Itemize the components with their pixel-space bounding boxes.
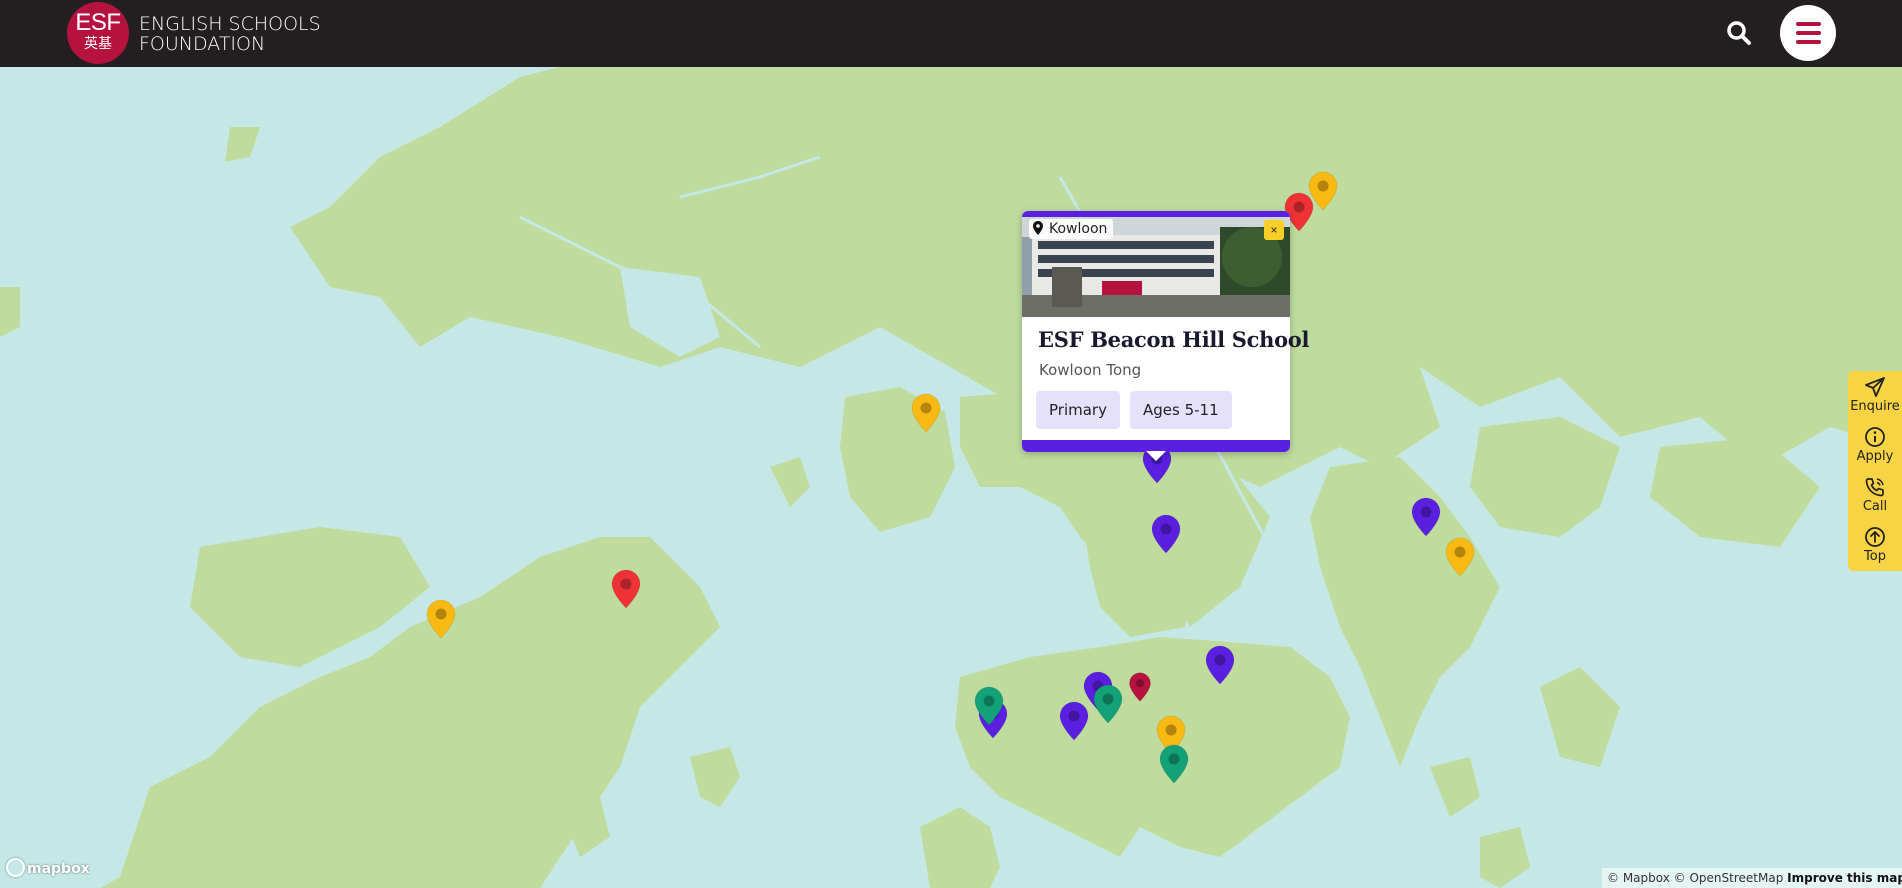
school-name: ESF Beacon Hill School <box>1038 327 1310 352</box>
map-pin-icon <box>1129 672 1151 702</box>
search-button[interactable] <box>1726 20 1752 46</box>
school-map[interactable] <box>0 67 1902 888</box>
mapbox-logo-icon <box>6 858 25 877</box>
map-pin-icon <box>1159 744 1189 784</box>
hamburger-icon-line <box>1796 40 1821 44</box>
menu-button[interactable] <box>1780 5 1836 61</box>
mapbox-credit[interactable]: © Mapbox <box>1607 871 1670 885</box>
school-marker-green[interactable] <box>1092 683 1124 725</box>
school-marker-purple[interactable] <box>1410 496 1442 538</box>
map-pin-icon <box>1151 514 1181 554</box>
mapbox-wordmark: mapbox <box>27 861 90 877</box>
enquire-button[interactable]: Enquire <box>1848 373 1902 419</box>
top-label: Top <box>1864 549 1886 564</box>
call-button[interactable]: Call <box>1848 473 1902 519</box>
organization-name[interactable]: ENGLISH SCHOOLS FOUNDATION <box>139 14 321 54</box>
quick-actions-sidebar: Enquire Apply Call Top <box>1848 371 1902 571</box>
map-pin-icon <box>1205 645 1235 685</box>
phone-icon <box>1865 478 1884 497</box>
school-marker-green[interactable] <box>1158 743 1190 785</box>
school-marker-green[interactable] <box>973 685 1005 727</box>
top-button[interactable]: Top <box>1848 523 1902 569</box>
tag-level[interactable]: Primary <box>1036 391 1120 429</box>
arrow-up-icon <box>1865 527 1885 547</box>
map-pin-icon <box>974 686 1004 726</box>
apply-label: Apply <box>1856 449 1894 464</box>
map-attribution: © Mapbox © OpenStreetMap Improve this ma… <box>1602 868 1902 888</box>
map-pin-icon <box>1093 684 1123 724</box>
improve-map-link[interactable]: Improve this map <box>1787 871 1902 885</box>
info-icon <box>1865 427 1885 447</box>
school-marker-yellow[interactable] <box>425 598 457 640</box>
map-pin-icon <box>1033 221 1043 235</box>
tag-ages[interactable]: Ages 5-11 <box>1130 391 1232 429</box>
location-chip: Kowloon <box>1029 219 1114 239</box>
organization-name-line2: FOUNDATION <box>139 33 266 55</box>
logo-text-chinese: 英基 <box>84 36 112 52</box>
school-area: Kowloon Tong <box>1039 361 1142 379</box>
close-button[interactable]: × <box>1264 220 1284 240</box>
map-pin-icon <box>426 599 456 639</box>
osm-credit[interactable]: © OpenStreetMap <box>1674 871 1784 885</box>
school-marker-red[interactable] <box>610 568 642 610</box>
send-icon <box>1865 377 1885 397</box>
map-basemap <box>0 67 1902 888</box>
call-label: Call <box>1862 499 1888 514</box>
map-pin-icon <box>1411 497 1441 537</box>
location-label: Kowloon <box>1049 221 1108 237</box>
logo-text-esf: ESF <box>75 9 121 36</box>
map-pin-icon <box>1059 701 1089 741</box>
enquire-label: Enquire <box>1850 399 1900 414</box>
map-pin-icon <box>911 393 941 433</box>
map-pin-icon <box>611 569 641 609</box>
esf-logo[interactable]: ESF 英基 <box>67 2 129 64</box>
school-marker-purple[interactable] <box>1058 700 1090 742</box>
school-marker-crimson[interactable] <box>1128 671 1152 703</box>
hamburger-icon <box>1796 22 1821 26</box>
hamburger-icon-line <box>1796 31 1821 35</box>
school-marker-purple[interactable] <box>1204 644 1236 686</box>
search-icon <box>1727 21 1751 45</box>
popup-pointer <box>1146 451 1166 461</box>
site-header: ESF 英基 ENGLISH SCHOOLS FOUNDATION <box>0 0 1902 67</box>
mapbox-logo[interactable]: mapbox <box>6 858 90 880</box>
organization-name-line1: ENGLISH SCHOOLS <box>139 13 321 35</box>
school-popup[interactable]: Kowloon × ESF Beacon Hill School Kowloon… <box>1022 211 1309 461</box>
apply-button[interactable]: Apply <box>1848 423 1902 469</box>
school-marker-purple[interactable] <box>1150 513 1182 555</box>
school-marker-yellow[interactable] <box>910 392 942 434</box>
school-marker-yellow[interactable] <box>1444 536 1476 578</box>
map-pin-icon <box>1445 537 1475 577</box>
